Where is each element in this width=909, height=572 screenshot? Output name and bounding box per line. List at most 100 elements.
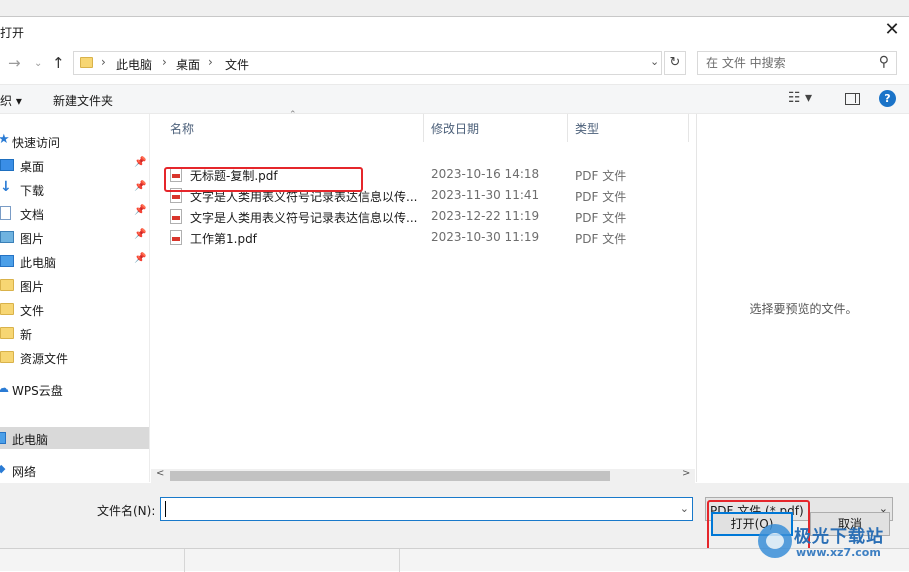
scrollbar-thumb[interactable] [170,471,610,481]
watermark-url: www.xz7.com [796,546,881,559]
sidebar-item-label: 快速访问 [12,136,61,150]
close-icon[interactable]: ✕ [879,19,905,43]
sidebar-item-label: 桌面 [20,160,45,174]
folder-icon [0,279,14,291]
help-icon[interactable]: ? [879,90,896,107]
breadcrumb-separator-icon[interactable]: › [162,55,167,69]
column-divider[interactable] [688,114,689,142]
breadcrumb-files[interactable]: 文件 [225,56,249,73]
dialog-title: 打开 [0,26,25,40]
filename-label: 文件名(N): [97,504,156,518]
refresh-button[interactable]: ↻ [664,51,686,75]
file-date: 2023-10-16 14:18 [431,167,540,181]
search-box[interactable]: ⚲ [697,51,897,75]
breadcrumb-separator-icon[interactable]: › [208,55,213,69]
file-date: 2023-12-22 11:19 [431,209,540,223]
sidebar-item-downloads[interactable]: ↓ 下载 📌 [0,178,149,200]
address-bar[interactable]: › 此电脑 › 桌面 › 文件 ⌄ [73,51,662,75]
scroll-right-icon[interactable]: > [682,468,690,479]
back-arrow-icon[interactable]: → [8,54,21,72]
title-bar: 打开 ✕ [0,17,909,45]
scroll-left-icon[interactable]: < [156,468,164,479]
column-header-name[interactable]: 名称 [170,120,194,137]
sidebar-item-wps-cloud[interactable]: ☁ WPS云盘 [0,378,149,400]
sidebar-item-documents[interactable]: 文档 📌 [0,202,149,224]
sidebar-item-this-pc-pinned[interactable]: 此电脑 📌 [0,250,149,272]
filename-input[interactable] [163,500,663,518]
folder-icon [0,327,14,339]
sidebar-item-label: 图片 [20,280,45,294]
folder-icon [80,57,93,68]
annotation-highlight-file [164,167,363,192]
recent-dropdown-icon[interactable]: ⌄ [34,58,42,69]
toolbar: 织 ▾ 新建文件夹 ☷ ▾ ? [0,84,909,114]
sidebar-item-files-folder[interactable]: 文件 [0,298,149,320]
sidebar-item-network[interactable]: ◆ 网络 [0,459,149,481]
file-type: PDF 文件 [575,169,627,183]
pin-icon[interactable]: 📌 [134,229,146,240]
breadcrumb-separator-icon[interactable]: › [101,55,106,69]
chevron-down-icon[interactable]: ⌄ [650,55,659,68]
pin-icon[interactable]: 📌 [134,181,146,192]
file-type: PDF 文件 [575,232,627,246]
column-header-date[interactable]: 修改日期 [431,120,479,137]
new-folder-button[interactable]: 新建文件夹 [53,92,113,109]
sidebar-item-this-pc[interactable]: 此电脑 [0,427,149,449]
view-options-icon[interactable]: ☷ ▾ [788,90,812,106]
preview-pane: 选择要预览的文件。 [696,114,909,482]
pdf-file-icon [170,230,182,245]
preview-message: 选择要预览的文件。 [749,302,858,316]
file-row[interactable]: 工作第1.pdf 2023-10-30 11:19 PDF 文件 [165,227,685,248]
sidebar-item-label: 下载 [20,184,45,198]
sidebar-item-label: 文档 [20,208,45,222]
preview-pane-icon[interactable] [845,93,860,105]
computer-icon [0,432,6,444]
picture-icon [0,231,14,243]
sidebar-item-pictures-folder[interactable]: 图片 [0,274,149,296]
desktop-icon [0,159,14,171]
pin-icon[interactable]: 📌 [134,157,146,168]
pin-icon[interactable]: 📌 [134,205,146,216]
sidebar-item-desktop[interactable]: 桌面 📌 [0,154,149,176]
sidebar-item-label: WPS云盘 [12,384,63,398]
column-divider[interactable] [423,114,424,142]
file-name: 工作第1.pdf [190,232,257,246]
file-type: PDF 文件 [575,211,627,225]
filename-field[interactable]: ⌄ [160,497,693,521]
breadcrumb-desktop[interactable]: 桌面 [176,56,200,73]
network-icon: ◆ [0,462,6,475]
column-divider[interactable] [567,114,568,142]
watermark-logo-icon [758,524,792,558]
sidebar-item-new-folder[interactable]: 新 [0,322,149,344]
sidebar-item-label: 文件 [20,304,45,318]
document-icon [0,206,11,220]
navigation-pane: ★ 快速访问 桌面 📌 ↓ 下载 📌 文档 📌 图片 📌 此电脑 📌 图片 文件… [0,114,150,482]
cloud-icon: ☁ [0,381,9,395]
refresh-icon: ↻ [669,55,681,70]
breadcrumb-this-pc[interactable]: 此电脑 [116,56,152,73]
sidebar-item-quick-access[interactable]: ★ 快速访问 [0,130,149,152]
chevron-down-icon[interactable]: ⌄ [680,502,689,515]
search-icon[interactable]: ⚲ [879,54,889,70]
search-input[interactable] [706,55,866,71]
organize-button[interactable]: 织 ▾ [0,92,22,109]
sidebar-item-resources-folder[interactable]: 资源文件 [0,346,149,368]
column-header-type[interactable]: 类型 [575,120,599,137]
sidebar-item-pictures[interactable]: 图片 📌 [0,226,149,248]
file-date: 2023-11-30 11:41 [431,188,540,202]
background-segment [0,549,185,572]
file-name: 文字是人类用表义符号记录表达信息以传... [190,211,418,225]
sidebar-item-label: 图片 [20,232,45,246]
folder-icon [0,303,14,315]
pin-icon[interactable]: 📌 [134,253,146,264]
watermark-title: 极光下载站 [794,527,884,547]
background-window-strip [0,0,909,17]
folder-icon [0,351,14,363]
download-icon: ↓ [0,179,12,195]
file-row[interactable]: 文字是人类用表义符号记录表达信息以传... 2023-12-22 11:19 P… [165,206,685,227]
file-type: PDF 文件 [575,190,627,204]
up-arrow-icon[interactable]: ↑ [52,54,65,72]
horizontal-scrollbar[interactable]: < > [151,468,695,483]
pdf-file-icon [170,209,182,224]
star-icon: ★ [0,132,10,147]
